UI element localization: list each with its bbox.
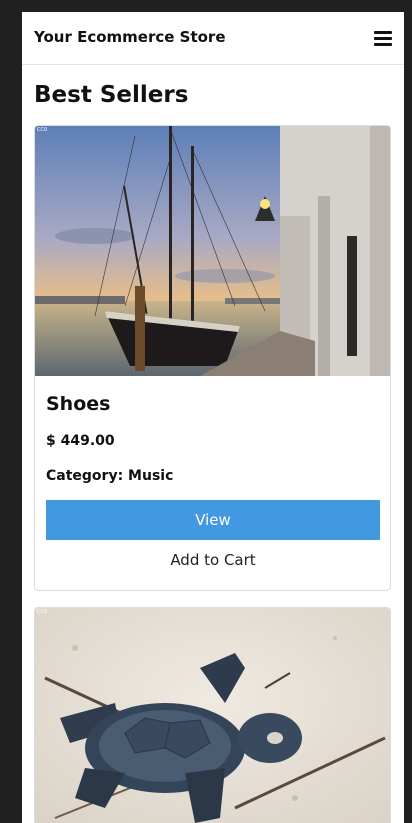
product-card: CC0 Shoes $ 449.00 Category: Music View … — [34, 125, 391, 591]
app-frame: Your Ecommerce Store Best Sellers CC0 Sh… — [22, 12, 404, 823]
product-name[interactable]: Shoes — [46, 393, 110, 415]
image-credit: CC0 — [37, 127, 47, 133]
product-category: Category: Music — [46, 468, 174, 484]
store-title[interactable]: Your Ecommerce Store — [34, 28, 226, 46]
product-price: $ 449.00 — [46, 433, 115, 449]
top-header: Your Ecommerce Store — [22, 12, 404, 65]
product-image-turtle[interactable]: CC0 — [35, 608, 390, 823]
view-button[interactable]: View — [46, 500, 380, 540]
image-credit: CC0 — [37, 609, 47, 615]
product-card: CC0 — [34, 607, 391, 823]
product-image-ship[interactable]: CC0 — [35, 126, 390, 376]
add-to-cart-button[interactable]: Add to Cart — [46, 548, 380, 572]
hamburger-menu-icon[interactable] — [374, 31, 392, 47]
page-title: Best Sellers — [34, 82, 189, 108]
